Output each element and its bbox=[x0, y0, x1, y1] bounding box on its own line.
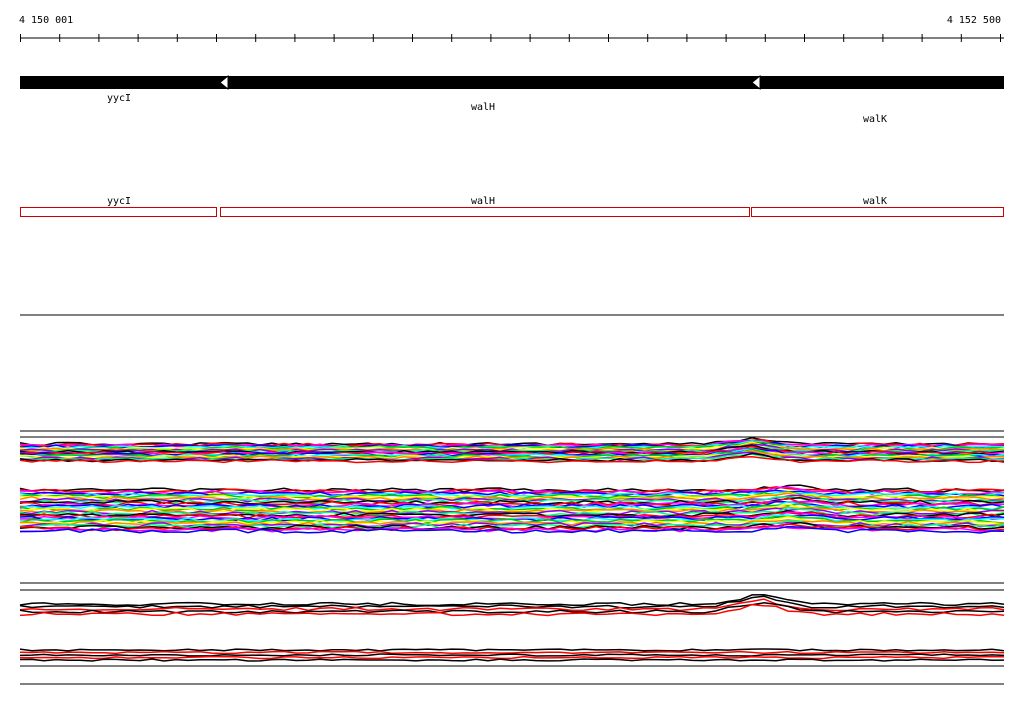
ruler-start-label: 4 150 001 bbox=[19, 15, 73, 26]
profile-line bbox=[19, 653, 1005, 657]
annotation-box-walk[interactable] bbox=[751, 207, 1004, 217]
profile-lines-4 bbox=[19, 648, 1005, 662]
profile-lines-3 bbox=[19, 594, 1005, 617]
genome-browser-view: 4 150 001 4 152 500 yycI walH walK yycI … bbox=[0, 0, 1024, 714]
profile-line bbox=[19, 594, 1005, 607]
annotation-label-walk[interactable]: walK bbox=[863, 196, 887, 207]
profile-track-1 bbox=[19, 430, 1005, 464]
annotation-box-yyci[interactable] bbox=[20, 207, 217, 217]
profile-track-2 bbox=[19, 484, 1005, 534]
gene-track: yycI walH walK bbox=[20, 74, 1004, 125]
ruler-end-label: 4 152 500 bbox=[947, 15, 1001, 26]
profile-lines-2 bbox=[19, 484, 1005, 534]
annotation-label-walh[interactable]: walH bbox=[471, 196, 495, 207]
profile-line bbox=[19, 648, 1005, 652]
gene-label-walh[interactable]: walH bbox=[471, 102, 495, 113]
gene-label-yyci[interactable]: yycI bbox=[107, 93, 131, 104]
profile-lines-1 bbox=[19, 437, 1005, 464]
coordinate-ruler: 4 150 001 4 152 500 bbox=[19, 15, 1004, 42]
annotation-box-walh[interactable] bbox=[220, 207, 750, 217]
profile-line bbox=[19, 655, 1004, 660]
profile-track-4 bbox=[19, 648, 1005, 685]
annotation-track: yycI walH walK bbox=[20, 196, 1004, 217]
gene-bar[interactable] bbox=[20, 76, 1004, 89]
profile-line bbox=[19, 658, 1005, 662]
gene-label-walk[interactable]: walK bbox=[863, 114, 887, 125]
profile-track-3 bbox=[19, 582, 1005, 617]
annotation-label-yyci[interactable]: yycI bbox=[107, 196, 131, 207]
genome-canvas: 4 150 001 4 152 500 yycI walH walK yycI … bbox=[19, 15, 1005, 685]
profile-line bbox=[19, 595, 1005, 609]
profile-line bbox=[19, 650, 1005, 655]
